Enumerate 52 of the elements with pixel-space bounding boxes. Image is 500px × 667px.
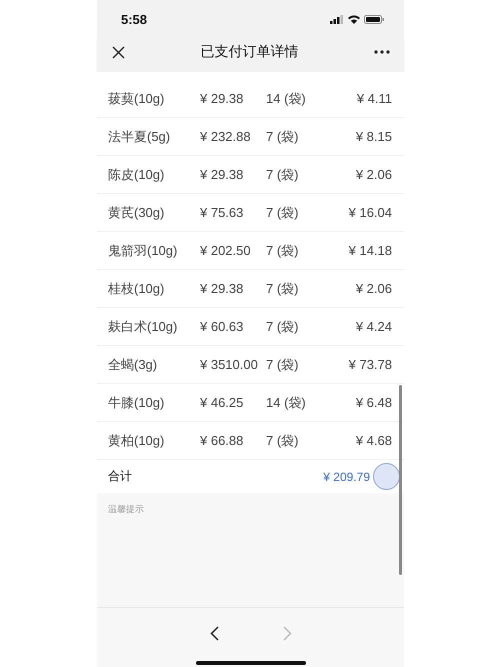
quantity: 7 (袋)	[266, 166, 300, 184]
amount: ¥ 14.18	[348, 242, 392, 260]
quantity: 7 (袋)	[266, 356, 300, 374]
wifi-icon	[348, 14, 360, 24]
close-icon[interactable]	[112, 46, 125, 58]
unit-price: ¥ 66.88	[200, 432, 244, 450]
herb-name: 菝葜(10g)	[108, 90, 166, 108]
floating-button[interactable]	[373, 463, 400, 490]
unit-price: ¥ 29.38	[200, 280, 244, 298]
amount: ¥ 16.04	[348, 204, 392, 222]
amount: ¥ 6.48	[354, 394, 392, 412]
back-icon[interactable]	[210, 626, 218, 640]
amount: ¥ 4.24	[354, 318, 392, 336]
herb-name: 全蝎(3g)	[108, 356, 158, 374]
status-time: 5:58	[121, 12, 148, 26]
quantity: 7 (袋)	[266, 242, 300, 260]
signal-icon	[330, 14, 344, 24]
quantity: 14 (袋)	[266, 90, 307, 108]
amount: ¥ 8.15	[354, 128, 392, 146]
quantity: 7 (袋)	[266, 432, 300, 450]
herb-name: 黄柏(10g)	[108, 432, 166, 450]
amount: ¥ 2.06	[354, 166, 392, 184]
herb-name: 桂枝(10g)	[108, 280, 166, 298]
herb-name: 陈皮(10g)	[108, 166, 166, 184]
quantity: 14 (袋)	[266, 394, 307, 412]
unit-price: ¥ 232.88	[200, 128, 252, 146]
herb-name: 法半夏(5g)	[108, 128, 172, 146]
quantity: 7 (袋)	[266, 128, 300, 146]
total-amount: ¥ 209.79	[323, 470, 370, 484]
tips-title: 温馨提示	[108, 504, 144, 514]
amount: ¥ 2.06	[354, 280, 392, 298]
quantity: 7 (袋)	[266, 318, 300, 336]
quantity: 7 (袋)	[266, 280, 300, 298]
herb-name: 牛膝(10g)	[108, 394, 166, 412]
total-label: 合计	[108, 468, 132, 485]
unit-price: ¥ 29.38	[200, 90, 244, 108]
unit-price: ¥ 60.63	[200, 318, 244, 336]
unit-price: ¥ 202.50	[200, 242, 252, 260]
amount: ¥ 73.78	[348, 356, 392, 374]
herb-name: 麸白术(10g)	[108, 318, 178, 336]
herb-name: 黄芪(30g)	[108, 204, 166, 222]
unit-price: ¥ 3510.00	[200, 356, 259, 374]
quantity: 7 (袋)	[266, 204, 300, 222]
amount: ¥ 4.68	[354, 432, 392, 450]
more-icon[interactable]	[374, 50, 390, 54]
unit-price: ¥ 29.38	[200, 166, 244, 184]
battery-icon	[364, 14, 384, 24]
page-title: 已支付订单详情	[200, 43, 298, 61]
amount: ¥ 4.11	[356, 90, 392, 108]
herb-name: 鬼箭羽(10g)	[108, 242, 178, 260]
unit-price: ¥ 46.25	[200, 394, 244, 412]
unit-price: ¥ 75.63	[200, 204, 244, 222]
